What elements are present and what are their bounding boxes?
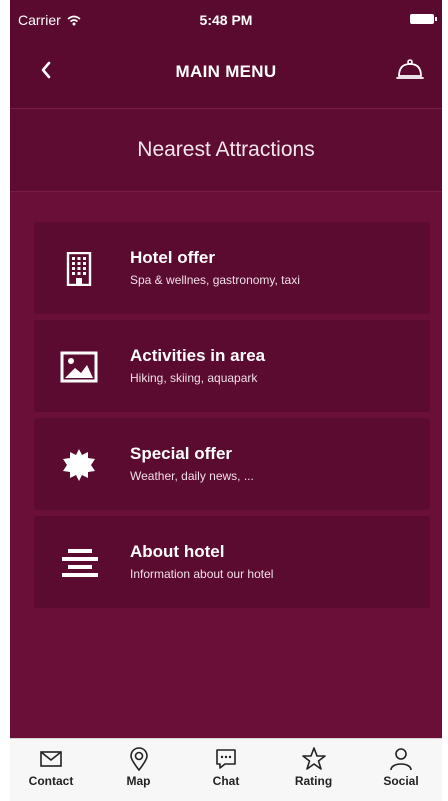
align-center-icon (60, 544, 98, 582)
building-icon (60, 250, 98, 288)
tab-chat[interactable]: Chat (191, 739, 261, 801)
tab-label: Chat (212, 774, 240, 788)
tab-label: Rating (294, 774, 333, 788)
tab-social[interactable]: Social (366, 739, 436, 801)
status-time: 5:48 PM (199, 12, 253, 28)
tab-rating[interactable]: Rating (279, 739, 349, 801)
menu-item-subtitle: Hiking, skiing, aquapark (130, 371, 258, 385)
menu-item-hotel-offer[interactable]: Hotel offer Spa & wellnes, gastronomy, t… (34, 222, 430, 314)
image-icon (60, 348, 98, 386)
tab-label: Social (383, 774, 419, 788)
tab-map[interactable]: Map (104, 739, 174, 801)
menu-item-subtitle: Spa & wellnes, gastronomy, taxi (130, 273, 300, 287)
menu-item-text: About hotel Information about our hotel (130, 542, 273, 581)
menu-item-label: Activities in area (130, 346, 266, 365)
menu-item-subtitle: Weather, daily news, ... (130, 469, 254, 483)
menu-item-about-hotel[interactable]: About hotel Information about our hotel (34, 516, 430, 608)
status-bar: Carrier 5:48 PM (10, 0, 442, 40)
badge-icon (60, 446, 98, 484)
menu-item-subtitle: Information about our hotel (130, 567, 274, 581)
chat-icon (216, 749, 236, 769)
main-menu-list: Hotel offer Spa & wellnes, gastronomy, t… (34, 222, 430, 614)
battery-icon (410, 14, 437, 24)
menu-item-activities[interactable]: Activities in area Hiking, skiing, aquap… (34, 320, 430, 412)
menu-item-special-offer[interactable]: Special offer Weather, daily news, ... (34, 418, 430, 510)
user-icon (390, 748, 412, 771)
menu-item-label: Special offer (130, 444, 233, 463)
section-title: Nearest Attractions (10, 108, 442, 192)
star-icon (301, 747, 326, 770)
nav-title: MAIN MENU (175, 62, 277, 81)
tab-contact[interactable]: Contact (16, 739, 86, 801)
cloche-icon (396, 59, 424, 79)
app-screen: Carrier 5:48 PM MAIN MENU Nearest Attrac… (10, 0, 442, 801)
room-service-button[interactable] (394, 54, 426, 84)
menu-item-text: Hotel offer Spa & wellnes, gastronomy, t… (130, 248, 300, 287)
menu-item-label: About hotel (130, 542, 225, 561)
tab-bar: Contact Map Chat Rating Social (10, 738, 442, 801)
menu-item-text: Special offer Weather, daily news, ... (130, 444, 254, 483)
menu-item-label: Hotel offer (130, 248, 215, 267)
tab-label: Map (126, 774, 151, 788)
map-pin-icon (129, 747, 148, 771)
tab-label: Contact (28, 774, 74, 788)
menu-item-text: Activities in area Hiking, skiing, aquap… (130, 346, 265, 385)
navigation-bar: MAIN MENU (10, 40, 442, 108)
mail-icon (40, 751, 62, 767)
